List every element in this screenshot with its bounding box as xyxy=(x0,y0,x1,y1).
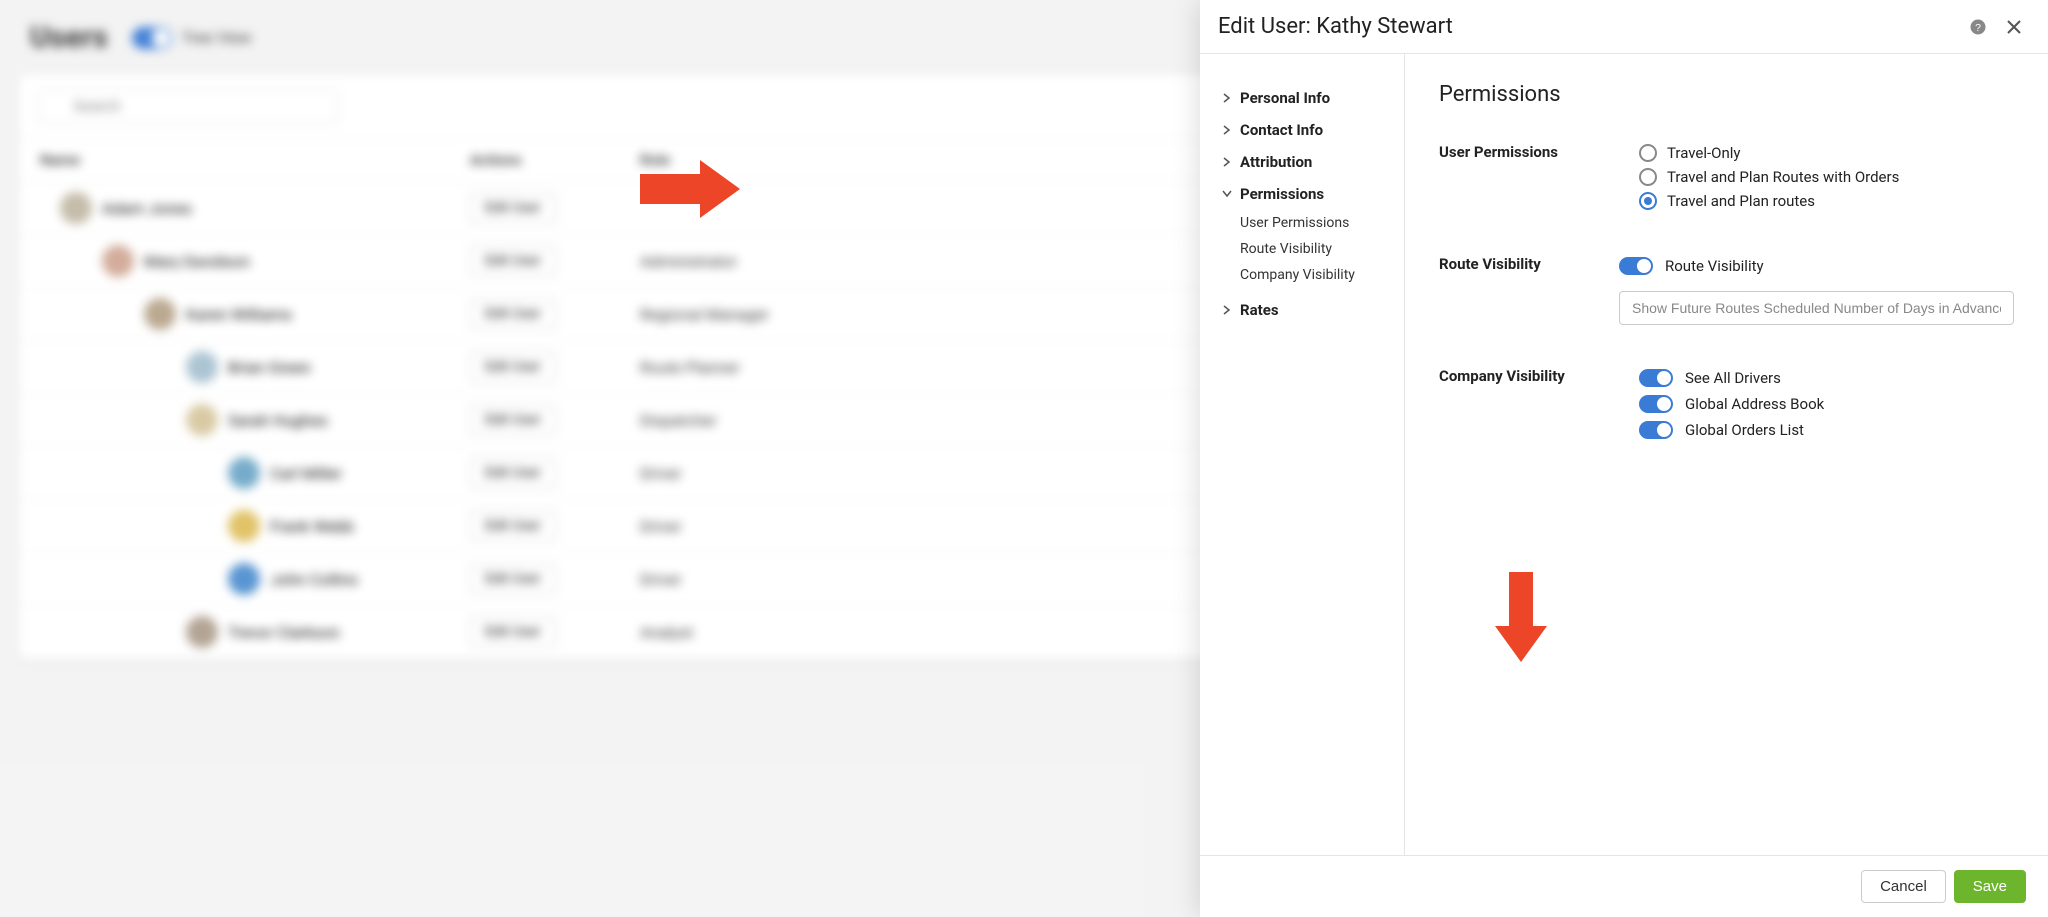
modal-footer: Cancel Save xyxy=(1200,855,2048,917)
sidebar-item-label: Attribution xyxy=(1240,153,1312,171)
label-route-visibility: Route Visibility xyxy=(1439,253,1619,325)
svg-text:?: ? xyxy=(1975,21,1981,33)
modal-title: Edit User: Kathy Stewart xyxy=(1218,14,1453,39)
toggle-switch-icon xyxy=(1639,395,1673,413)
sidebar-item-attribution[interactable]: Attribution xyxy=(1222,146,1394,178)
chevron-right-icon xyxy=(1222,157,1232,167)
radio-icon xyxy=(1639,168,1657,186)
chevron-right-icon xyxy=(1222,93,1232,103)
row-route-visibility: Route Visibility Route Visibility xyxy=(1439,253,2014,325)
content-heading: Permissions xyxy=(1439,82,2014,107)
sidebar-item-label: Permissions xyxy=(1240,185,1324,203)
sidebar-sub-user-permissions[interactable]: User Permissions xyxy=(1222,210,1394,236)
chevron-right-icon xyxy=(1222,305,1232,315)
sidebar-item-contact-info[interactable]: Contact Info xyxy=(1222,114,1394,146)
toggle-global-address-book[interactable]: Global Address Book xyxy=(1639,391,2014,417)
toggle-switch-icon xyxy=(1639,421,1673,439)
toggle-label: Global Address Book xyxy=(1685,395,1824,413)
modal-header: Edit User: Kathy Stewart ? xyxy=(1200,0,2048,54)
radio-icon xyxy=(1639,192,1657,210)
save-button[interactable]: Save xyxy=(1954,870,2026,903)
toggle-route-visibility[interactable]: Route Visibility xyxy=(1619,253,2014,279)
chevron-down-icon xyxy=(1222,189,1232,199)
radio-travel-only[interactable]: Travel-Only xyxy=(1639,141,2014,165)
radio-label: Travel-Only xyxy=(1667,144,1741,162)
sidebar-item-permissions[interactable]: Permissions xyxy=(1222,178,1394,210)
route-future-days-input[interactable] xyxy=(1619,291,2014,325)
radio-icon xyxy=(1639,144,1657,162)
row-user-permissions: User Permissions Travel-Only Travel and … xyxy=(1439,141,2014,213)
toggle-label: Route Visibility xyxy=(1665,257,1764,275)
sidebar-item-rates[interactable]: Rates xyxy=(1222,294,1394,326)
sidebar-item-label: Personal Info xyxy=(1240,89,1330,107)
help-icon[interactable]: ? xyxy=(1968,17,1988,37)
sidebar-sub-company-visibility[interactable]: Company Visibility xyxy=(1222,262,1394,288)
sidebar-item-label: Contact Info xyxy=(1240,121,1323,139)
toggle-global-orders-list[interactable]: Global Orders List xyxy=(1639,417,2014,443)
radio-travel-plan-orders[interactable]: Travel and Plan Routes with Orders xyxy=(1639,165,2014,189)
label-user-permissions: User Permissions xyxy=(1439,141,1639,213)
toggle-label: Global Orders List xyxy=(1685,421,1804,439)
toggle-switch-icon xyxy=(1639,369,1673,387)
radio-travel-plan-routes[interactable]: Travel and Plan routes xyxy=(1639,189,2014,213)
modal-content: Permissions User Permissions Travel-Only… xyxy=(1405,54,2048,855)
toggle-switch-icon xyxy=(1619,257,1653,275)
modal-sidebar: Personal Info Contact Info Attribution P… xyxy=(1200,54,1405,855)
close-icon[interactable] xyxy=(2004,17,2024,37)
radio-label: Travel and Plan routes xyxy=(1667,192,1815,210)
chevron-right-icon xyxy=(1222,125,1232,135)
sidebar-sub-route-visibility[interactable]: Route Visibility xyxy=(1222,236,1394,262)
toggle-see-all-drivers[interactable]: See All Drivers xyxy=(1639,365,2014,391)
sidebar-item-personal-info[interactable]: Personal Info xyxy=(1222,82,1394,114)
label-company-visibility: Company Visibility xyxy=(1439,365,1639,443)
radio-label: Travel and Plan Routes with Orders xyxy=(1667,168,1899,186)
row-company-visibility: Company Visibility See All Drivers Globa… xyxy=(1439,365,2014,443)
cancel-button[interactable]: Cancel xyxy=(1861,870,1946,903)
toggle-label: See All Drivers xyxy=(1685,369,1781,387)
edit-user-modal: Edit User: Kathy Stewart ? Personal Info… xyxy=(1200,0,2048,917)
sidebar-item-label: Rates xyxy=(1240,301,1279,319)
